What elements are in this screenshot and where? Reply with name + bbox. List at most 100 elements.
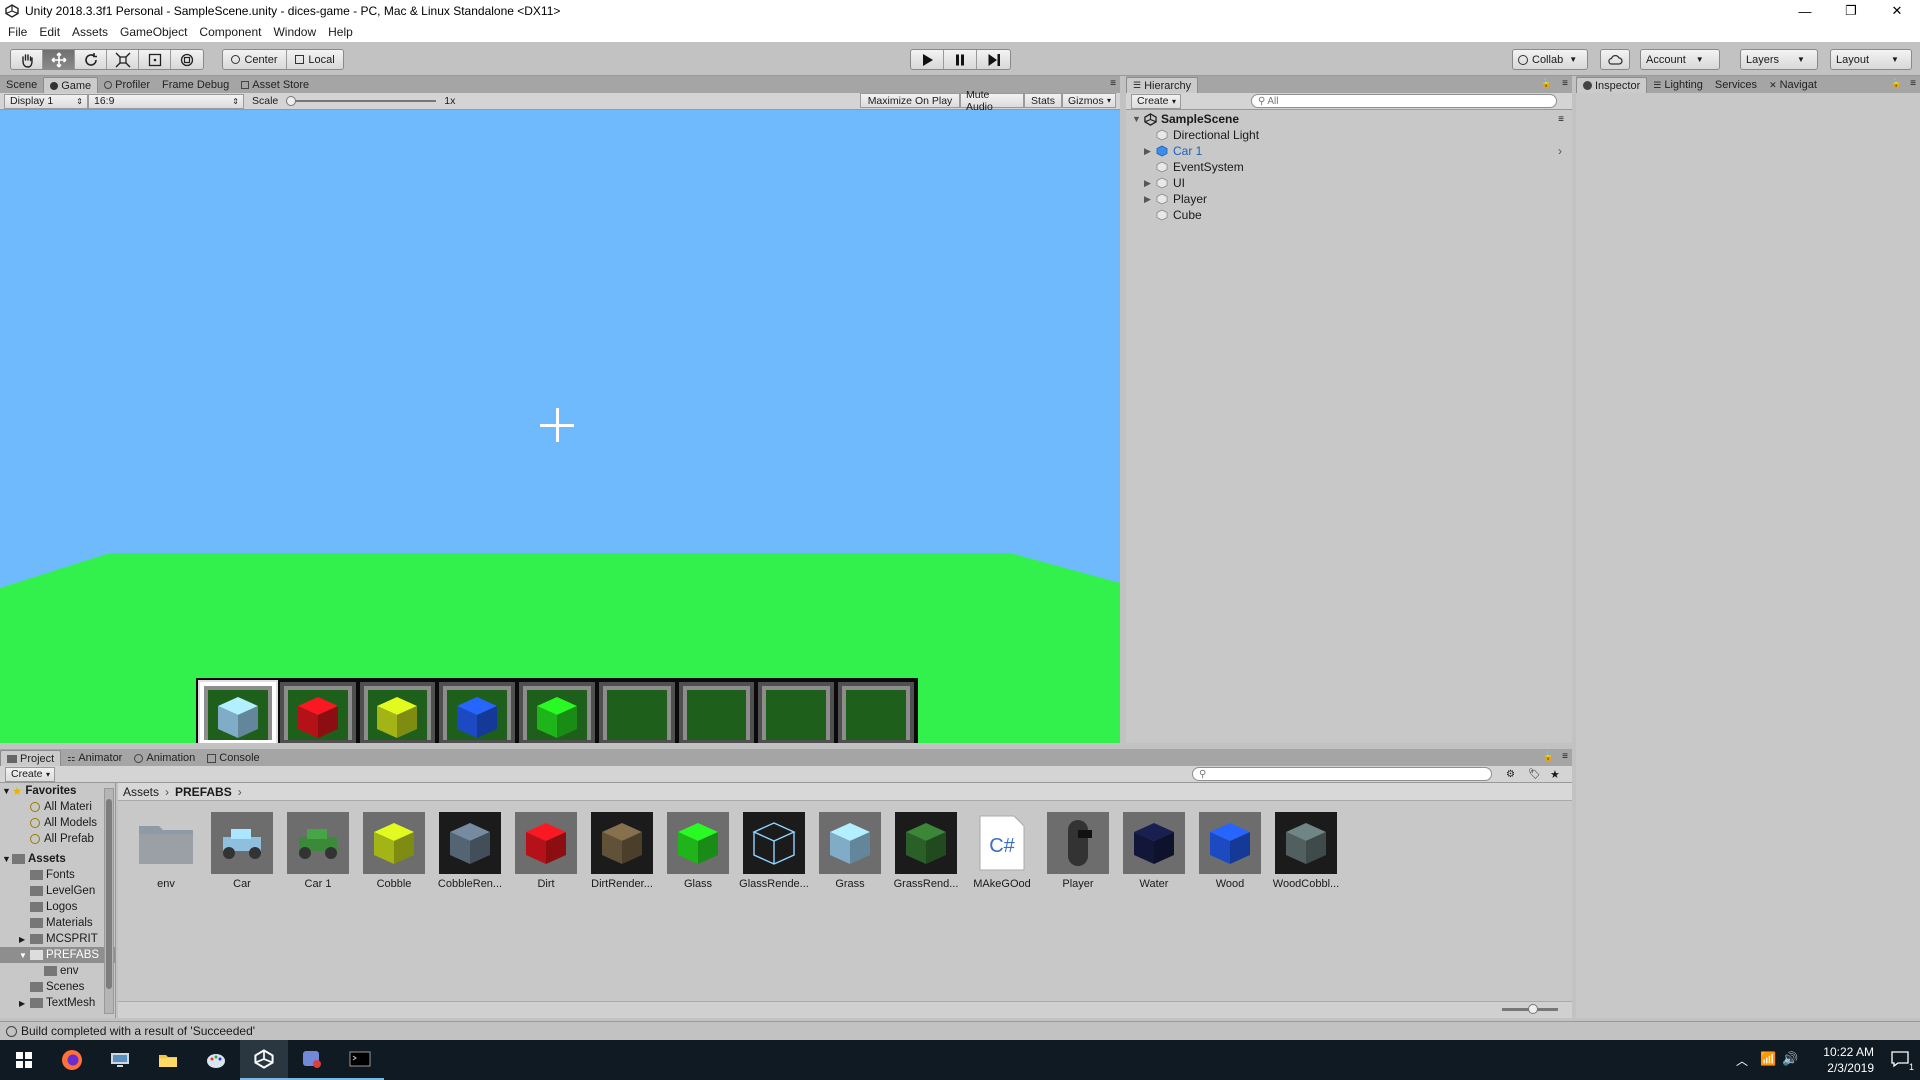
- hand-tool-button[interactable]: [11, 50, 43, 69]
- hotbar-slot[interactable]: [439, 682, 516, 743]
- tab-profiler[interactable]: Profiler: [98, 77, 156, 93]
- lock-icon[interactable]: 🔒: [1541, 78, 1552, 89]
- scene-root-row[interactable]: ▼ SampleScene ≡: [1130, 111, 1568, 127]
- gizmos-dropdown[interactable]: Gizmos ▾: [1062, 93, 1116, 108]
- folder-item[interactable]: Logos: [0, 899, 115, 915]
- taskbar-paint[interactable]: [192, 1040, 240, 1080]
- folder-item[interactable]: LevelGen: [0, 883, 115, 899]
- folder-item[interactable]: Materials: [0, 915, 115, 931]
- hotbar-slot[interactable]: [678, 682, 755, 743]
- mute-audio-toggle[interactable]: Mute Audio: [960, 89, 1024, 113]
- assets-header[interactable]: ▼ Assets: [0, 851, 115, 867]
- taskbar-remote-desktop[interactable]: [96, 1040, 144, 1080]
- hotbar-slot[interactable]: [838, 682, 915, 743]
- volume-icon[interactable]: 🔊: [1782, 1051, 1798, 1067]
- thumbnail-size-slider[interactable]: [1502, 1004, 1558, 1014]
- cloud-button[interactable]: [1601, 50, 1629, 69]
- panel-menu-icon[interactable]: ≡: [1558, 114, 1564, 125]
- layers-dropdown[interactable]: Layers ▼: [1740, 49, 1818, 70]
- start-button[interactable]: [0, 1040, 48, 1080]
- taskbar-file-explorer[interactable]: [144, 1040, 192, 1080]
- asset-item[interactable]: CobbleRen...: [434, 812, 506, 890]
- asset-item[interactable]: Car 1: [282, 812, 354, 890]
- step-button[interactable]: [977, 50, 1010, 69]
- expand-arrow-icon[interactable]: ▶: [1144, 146, 1151, 157]
- expand-arrow-icon[interactable]: ▶: [1144, 178, 1151, 189]
- minimize-button[interactable]: —: [1782, 0, 1828, 22]
- asset-item[interactable]: Wood: [1194, 812, 1266, 890]
- favorite-star-icon[interactable]: ★: [1550, 768, 1560, 781]
- folder-item[interactable]: env: [0, 963, 115, 979]
- breadcrumb-assets[interactable]: Assets: [123, 785, 159, 799]
- tab-lighting[interactable]: ☰ Lighting: [1647, 77, 1709, 93]
- expand-arrow-icon[interactable]: ▶: [19, 935, 25, 944]
- menu-help[interactable]: Help: [324, 25, 357, 39]
- game-viewport[interactable]: [0, 110, 1120, 743]
- favorite-item[interactable]: All Prefab: [0, 831, 115, 847]
- asset-item[interactable]: Car: [206, 812, 278, 890]
- slider-thumb[interactable]: [286, 96, 297, 106]
- stats-toggle[interactable]: Stats: [1024, 93, 1062, 108]
- menu-edit[interactable]: Edit: [35, 25, 64, 39]
- asset-item[interactable]: Glass: [662, 812, 734, 890]
- restore-button[interactable]: ❐: [1828, 0, 1874, 22]
- hotbar-slot[interactable]: [200, 682, 276, 743]
- rotate-tool-button[interactable]: [75, 50, 107, 69]
- layers-button[interactable]: Layers ▼: [1741, 50, 1817, 69]
- tab-animation[interactable]: Animation: [128, 750, 201, 766]
- lock-icon[interactable]: 🔒: [1891, 78, 1902, 89]
- project-search-input[interactable]: ⚲: [1192, 767, 1492, 781]
- close-button[interactable]: ✕: [1874, 0, 1920, 22]
- scrollbar-thumb[interactable]: [106, 799, 112, 989]
- asset-item[interactable]: GrassRend...: [890, 812, 962, 890]
- account-button[interactable]: Account ▼: [1641, 50, 1719, 69]
- maximize-on-play-toggle[interactable]: Maximize On Play: [860, 93, 960, 108]
- hierarchy-item[interactable]: Directional Light: [1130, 127, 1568, 143]
- hotbar-slot[interactable]: [758, 682, 835, 743]
- expand-arrow-icon[interactable]: ▼: [19, 951, 27, 960]
- tab-inspector[interactable]: Inspector: [1576, 77, 1648, 93]
- layout-button[interactable]: Layout ▼: [1831, 50, 1911, 69]
- hierarchy-item[interactable]: ▶ Car 1 ›: [1130, 143, 1568, 159]
- collab-button[interactable]: Collab ▼: [1513, 50, 1587, 69]
- folder-tree-scrollbar[interactable]: [104, 788, 114, 1016]
- asset-item[interactable]: GlassRende...: [738, 812, 810, 890]
- expand-arrow-icon[interactable]: ▶: [19, 999, 25, 1008]
- menu-component[interactable]: Component: [195, 25, 265, 39]
- rect-tool-button[interactable]: [139, 50, 171, 69]
- lock-icon[interactable]: 🔒: [1543, 751, 1554, 762]
- layout-dropdown[interactable]: Layout ▼: [1830, 49, 1912, 70]
- chevron-up-icon[interactable]: ︿: [1736, 1052, 1748, 1069]
- panel-menu-icon[interactable]: ≡: [1562, 78, 1568, 89]
- taskbar-firefox[interactable]: [48, 1040, 96, 1080]
- filter-by-type-icon[interactable]: ⚙: [1506, 769, 1515, 780]
- tab-project[interactable]: Project: [0, 750, 62, 766]
- taskbar-unity[interactable]: [240, 1040, 288, 1080]
- hierarchy-item[interactable]: EventSystem: [1130, 159, 1568, 175]
- move-tool-button[interactable]: [43, 50, 75, 69]
- tab-game[interactable]: Game: [43, 77, 99, 93]
- transform-tool-button[interactable]: [171, 50, 203, 69]
- tab-scene[interactable]: Scene: [0, 77, 43, 93]
- tab-hierarchy[interactable]: ☰ Hierarchy: [1126, 77, 1199, 93]
- project-create-dropdown[interactable]: Create ▾: [5, 766, 55, 782]
- menu-file[interactable]: File: [4, 25, 31, 39]
- asset-item[interactable]: Grass: [814, 812, 886, 890]
- panel-menu-icon[interactable]: ≡: [1562, 751, 1568, 762]
- tab-asset-store[interactable]: Asset Store: [235, 77, 315, 93]
- hotbar-slot[interactable]: [359, 682, 436, 743]
- hotbar-slot[interactable]: [279, 682, 356, 743]
- folder-item[interactable]: Fonts: [0, 867, 115, 883]
- tab-frame-debug[interactable]: Frame Debug: [156, 77, 235, 93]
- filter-by-label-icon[interactable]: 🏷: [1528, 769, 1541, 780]
- expand-arrow-icon[interactable]: ▶: [1144, 194, 1151, 205]
- folder-item[interactable]: Scenes: [0, 979, 115, 995]
- folder-item[interactable]: ▶ TextMesh: [0, 995, 115, 1011]
- hierarchy-item[interactable]: Cube: [1130, 207, 1568, 223]
- hierarchy-item[interactable]: ▶ Player: [1130, 191, 1568, 207]
- asset-item[interactable]: Player: [1042, 812, 1114, 890]
- network-icon[interactable]: 📶: [1760, 1051, 1776, 1067]
- favorites-header[interactable]: ▼ ★ Favorites: [0, 783, 115, 799]
- account-dropdown[interactable]: Account ▼: [1640, 49, 1720, 70]
- play-button[interactable]: [911, 50, 944, 69]
